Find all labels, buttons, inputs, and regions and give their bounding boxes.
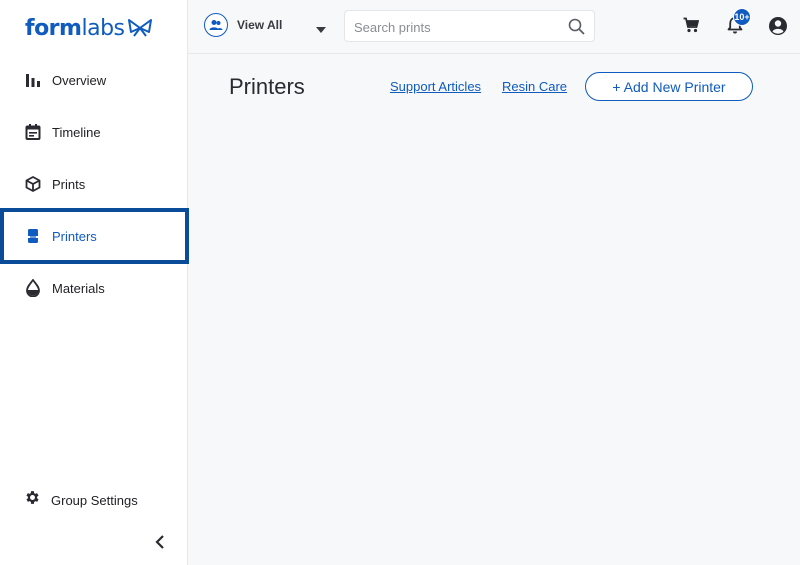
page-title: Printers bbox=[229, 74, 305, 99]
droplet-icon bbox=[24, 279, 42, 297]
cube-icon bbox=[24, 175, 42, 193]
sidebar-item-label: Materials bbox=[52, 280, 105, 296]
sidebar-nav: Overview Timeline Prints Printers Materi… bbox=[0, 54, 189, 314]
gear-icon bbox=[24, 489, 41, 511]
formlabs-logo[interactable]: formlabs bbox=[25, 14, 153, 42]
logo-text-light: labs bbox=[81, 15, 125, 41]
account-avatar-icon[interactable] bbox=[768, 16, 788, 41]
add-new-printer-button[interactable]: + Add New Printer bbox=[585, 72, 753, 101]
group-settings-label: Group Settings bbox=[51, 492, 138, 508]
top-header: View All 10+ bbox=[188, 0, 800, 54]
search-icon[interactable] bbox=[568, 18, 585, 40]
search-input[interactable] bbox=[352, 17, 561, 37]
view-selector-label[interactable]: View All bbox=[237, 18, 282, 32]
sidebar-item-timeline[interactable]: Timeline bbox=[0, 106, 187, 158]
sidebar-item-group-settings[interactable]: Group Settings bbox=[0, 474, 187, 526]
calendar-icon bbox=[24, 123, 42, 141]
bar-chart-icon bbox=[24, 71, 42, 89]
sidebar-item-printers[interactable]: Printers bbox=[0, 208, 189, 264]
logo-text-bold: form bbox=[25, 15, 82, 41]
sidebar-item-label: Timeline bbox=[52, 124, 101, 140]
collapse-sidebar-button[interactable] bbox=[150, 534, 170, 554]
search-box bbox=[344, 10, 595, 42]
sidebar-item-label: Overview bbox=[52, 72, 107, 88]
support-articles-link[interactable]: Support Articles bbox=[390, 79, 481, 94]
sidebar: formlabs Overview Timeline Prints Printe… bbox=[0, 0, 189, 565]
sidebar-item-overview[interactable]: Overview bbox=[0, 54, 187, 106]
sidebar-item-label: Printers bbox=[52, 228, 97, 244]
sidebar-item-prints[interactable]: Prints bbox=[0, 158, 187, 210]
butterfly-logo-icon bbox=[127, 18, 153, 38]
sidebar-item-materials[interactable]: Materials bbox=[0, 262, 187, 314]
shopping-cart-icon[interactable] bbox=[683, 17, 700, 38]
caret-down-icon[interactable] bbox=[316, 20, 326, 38]
printer-icon bbox=[24, 227, 42, 245]
group-avatar-icon[interactable] bbox=[204, 13, 228, 37]
sidebar-item-label: Prints bbox=[52, 176, 86, 192]
chevron-left-icon bbox=[155, 534, 165, 554]
resin-care-link[interactable]: Resin Care bbox=[502, 79, 567, 94]
notification-badge: 10+ bbox=[733, 8, 751, 26]
